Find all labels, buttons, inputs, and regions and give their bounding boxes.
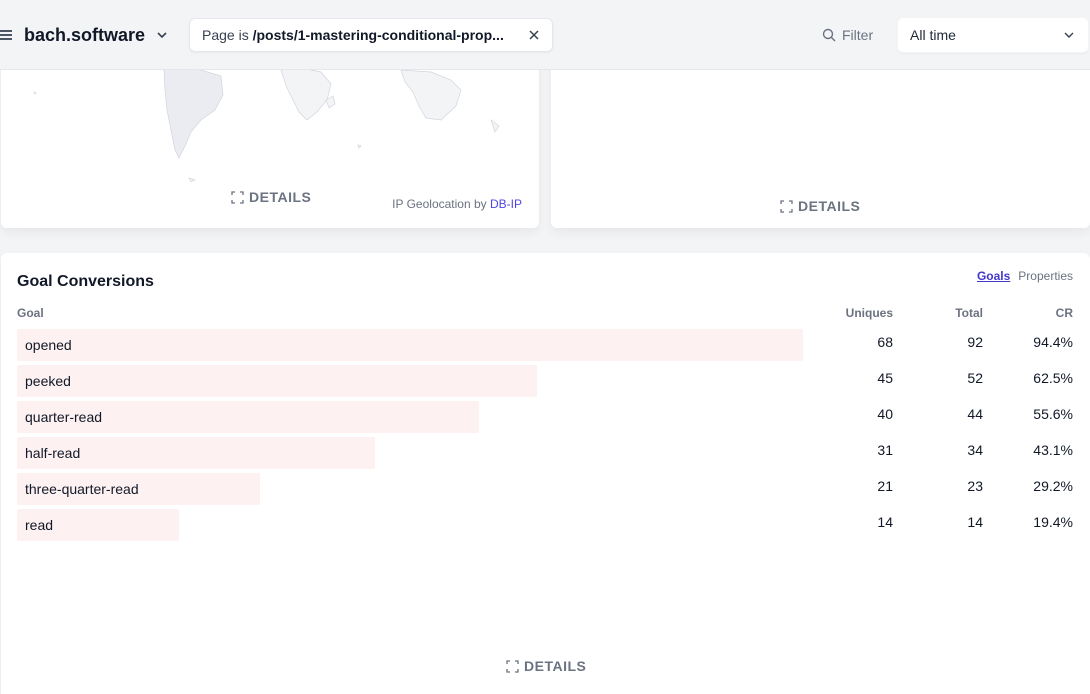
goal-uniques: 31 (877, 442, 893, 458)
goal-row[interactable]: half-read 31 34 43.1% (17, 437, 1073, 469)
goal-name: quarter-read (25, 409, 103, 425)
goal-total: 14 (967, 514, 983, 530)
map-details-button[interactable]: DETAILS (231, 189, 311, 205)
goal-row[interactable]: three-quarter-read 21 23 29.2% (17, 473, 1073, 505)
goal-total: 44 (967, 406, 983, 422)
goal-bar (17, 329, 803, 361)
top-bar: bach.software Page is /posts/1-mastering… (0, 0, 1090, 70)
goal-name: peeked (25, 373, 71, 389)
tab-properties[interactable]: Properties (1018, 269, 1073, 283)
goals-details-button[interactable]: DETAILS (506, 658, 586, 674)
goal-row[interactable]: quarter-read 40 44 55.6% (17, 401, 1073, 433)
goal-total: 52 (967, 370, 983, 386)
uniques-column-header: Uniques (845, 306, 893, 320)
goal-cr: 43.1% (1033, 442, 1073, 458)
goal-cr: 29.2% (1033, 478, 1073, 494)
filter-button[interactable]: Filter (822, 24, 873, 46)
site-logo-icon (0, 27, 18, 43)
close-icon[interactable] (528, 29, 540, 41)
expand-icon (780, 199, 793, 213)
goal-bar (17, 365, 537, 397)
search-icon (822, 28, 836, 42)
goal-cr: 19.4% (1033, 514, 1073, 530)
goal-name: three-quarter-read (25, 481, 139, 497)
chevron-down-icon (157, 32, 167, 39)
site-name: bach.software (24, 24, 146, 45)
goal-cr: 55.6% (1033, 406, 1073, 422)
goal-name: half-read (25, 445, 81, 461)
right-details-button[interactable]: DETAILS (780, 198, 860, 214)
goal-name: opened (25, 337, 72, 353)
goal-uniques: 14 (877, 514, 893, 530)
goal-uniques: 45 (877, 370, 893, 386)
goal-cr: 94.4% (1033, 334, 1073, 350)
goal-name: read (25, 517, 54, 533)
goal-row[interactable]: peeked 45 52 62.5% (17, 365, 1073, 397)
goal-conversions-title: Goal Conversions (17, 273, 154, 290)
goal-uniques: 68 (877, 334, 893, 350)
geolocation-credit: IP Geolocation by DB-IP (392, 197, 522, 211)
goal-column-header: Goal (17, 306, 44, 320)
total-column-header: Total (955, 306, 983, 320)
site-switcher[interactable]: bach.software (0, 20, 169, 50)
page-filter-pill[interactable]: Page is /posts/1-mastering-conditional-p… (189, 18, 553, 52)
goal-row[interactable]: opened 68 92 94.4% (17, 329, 1073, 361)
goal-uniques: 40 (877, 406, 893, 422)
goal-row[interactable]: read 14 14 19.4% (17, 509, 1073, 541)
goal-total: 23 (967, 478, 983, 494)
goals-tabs: Goals Properties (977, 269, 1073, 283)
tab-goals[interactable]: Goals (977, 269, 1010, 283)
goal-total: 92 (967, 334, 983, 350)
goal-total: 34 (967, 442, 983, 458)
filter-text: Page is /posts/1-mastering-conditional-p… (202, 27, 504, 43)
expand-icon (506, 659, 519, 673)
goal-conversions-card: Goal Conversions Goals Properties Goal U… (1, 253, 1090, 694)
goal-uniques: 21 (877, 478, 893, 494)
expand-icon (231, 190, 244, 204)
goal-cr: 62.5% (1033, 370, 1073, 386)
period-select[interactable]: All time (897, 17, 1089, 53)
db-ip-link[interactable]: DB-IP (490, 197, 522, 211)
cr-column-header: CR (1055, 306, 1073, 320)
chevron-down-icon (1064, 32, 1074, 38)
